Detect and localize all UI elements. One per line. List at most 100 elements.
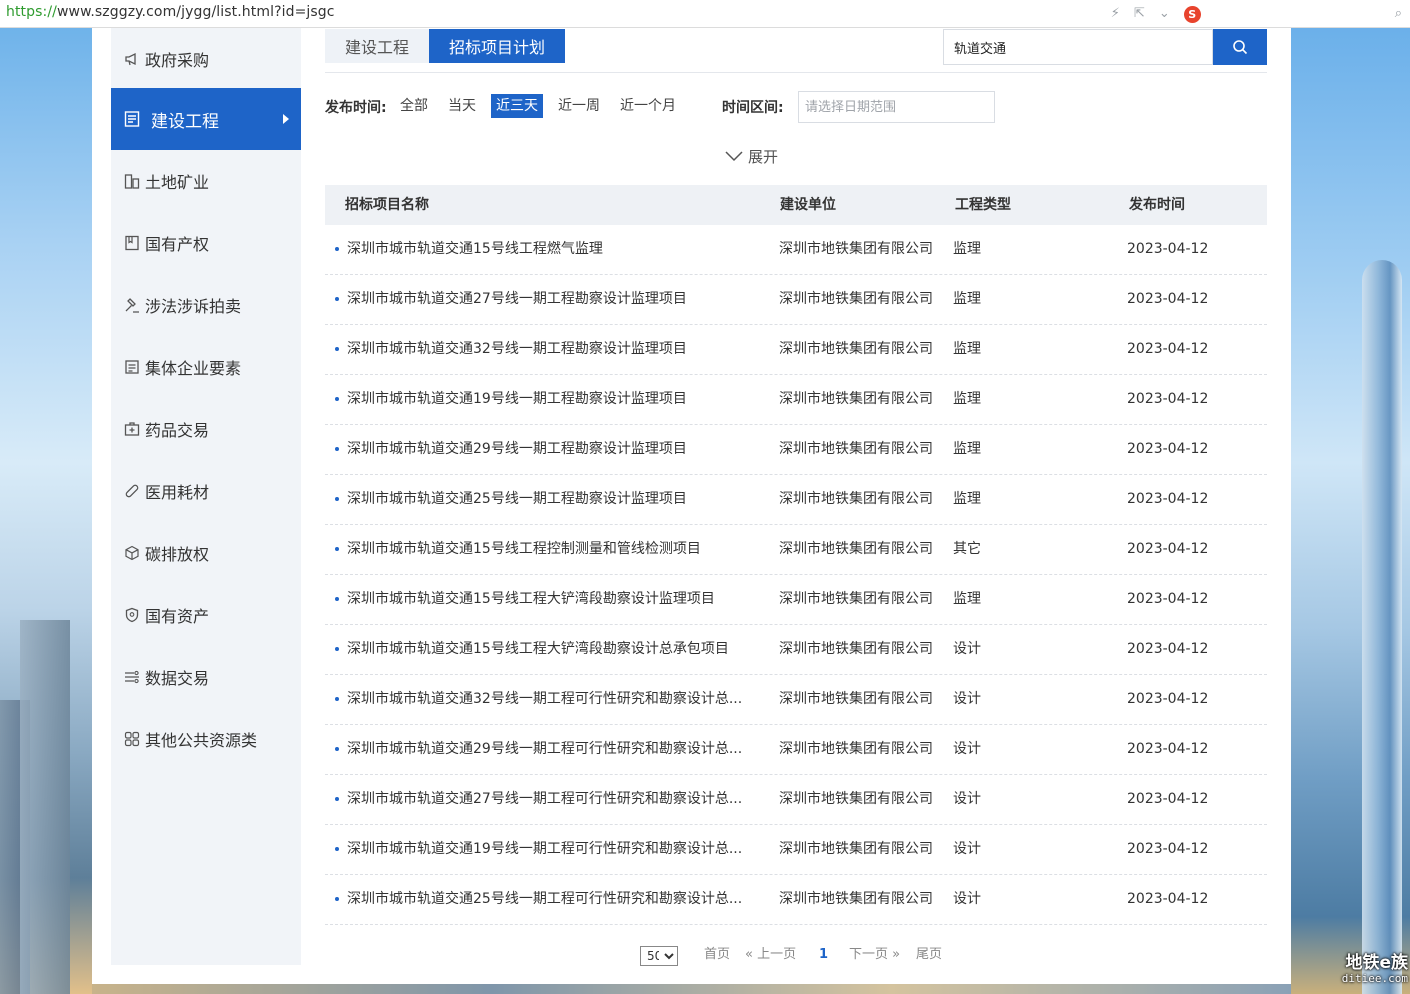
sidebar-item-label: 国有产权 xyxy=(145,235,210,254)
bullet-icon xyxy=(335,397,339,401)
url-text[interactable]: https://www.szggzy.com/jygg/list.html?id… xyxy=(6,4,335,20)
sidebar-item-other-resources[interactable]: 其他公共资源类 xyxy=(111,708,301,770)
publish-date-cell: 2023-04-12 xyxy=(1127,541,1209,557)
bullet-icon xyxy=(335,347,339,351)
project-name-link[interactable]: 深圳市城市轨道交通25号线一期工程可行性研究和勘察设计总... xyxy=(347,875,762,924)
tab-construction[interactable]: 建设工程 xyxy=(325,29,430,63)
lightning-icon[interactable]: ⚡ xyxy=(1111,4,1120,24)
bullet-icon xyxy=(335,547,339,551)
chevron-down-icon[interactable]: ⌄ xyxy=(1159,4,1170,24)
address-bar-actions: ⚡ ⇱ ⌄ S ⌕ xyxy=(1111,4,1402,24)
browser-address-bar[interactable]: https://www.szggzy.com/jygg/list.html?id… xyxy=(0,0,1410,28)
project-type-cell: 设计 xyxy=(953,641,981,657)
table-row[interactable]: 深圳市城市轨道交通19号线一期工程可行性研究和勘察设计总... 深圳市地铁集团有限… xyxy=(325,825,1267,875)
project-name-link[interactable]: 深圳市城市轨道交通29号线一期工程勘察设计监理项目 xyxy=(347,425,762,474)
filter-one-week[interactable]: 近一周 xyxy=(553,94,605,118)
project-name-link[interactable]: 深圳市城市轨道交通15号线工程大铲湾段勘察设计总承包项目 xyxy=(347,625,762,674)
sidebar-item-construction[interactable]: 建设工程 xyxy=(111,88,301,150)
date-range-input[interactable] xyxy=(798,91,995,123)
last-page-link[interactable]: 尾页 xyxy=(916,944,942,966)
table-row[interactable]: 深圳市城市轨道交通15号线工程大铲湾段勘察设计监理项目 深圳市地铁集团有限公司 监理… xyxy=(325,575,1267,625)
table-row[interactable]: 深圳市城市轨道交通29号线一期工程勘察设计监理项目 深圳市地铁集团有限公司 监理 20… xyxy=(325,425,1267,475)
sidebar-item-label: 药品交易 xyxy=(145,421,210,440)
form-icon xyxy=(123,358,141,376)
expand-button[interactable]: 展开 xyxy=(724,145,778,167)
prev-page-link[interactable]: « 上一页 xyxy=(745,944,796,966)
project-name-link[interactable]: 深圳市城市轨道交通25号线一期工程勘察设计监理项目 xyxy=(347,475,762,524)
filter-one-month[interactable]: 近一个月 xyxy=(615,94,681,118)
project-name-link[interactable]: 深圳市城市轨道交通27号线一期工程可行性研究和勘察设计总... xyxy=(347,775,762,824)
current-page[interactable]: 1 xyxy=(819,944,828,966)
publish-date-cell: 2023-04-12 xyxy=(1127,891,1209,907)
search-button[interactable] xyxy=(1213,29,1267,65)
publish-date-cell: 2023-04-12 xyxy=(1127,791,1209,807)
sidebar-item-government-procurement[interactable]: 政府采购 xyxy=(111,28,301,90)
bullet-icon xyxy=(335,497,339,501)
project-type-cell: 监理 xyxy=(953,341,981,357)
search-icon[interactable]: ⌕ xyxy=(1395,4,1402,24)
sidebar-item-label: 土地矿业 xyxy=(145,173,210,192)
sidebar-item-medicine-trading[interactable]: 药品交易 xyxy=(111,398,301,460)
project-name-link[interactable]: 深圳市城市轨道交通15号线工程燃气监理 xyxy=(347,225,762,274)
publish-date-cell: 2023-04-12 xyxy=(1127,491,1209,507)
project-name-link[interactable]: 深圳市城市轨道交通32号线一期工程可行性研究和勘察设计总... xyxy=(347,675,762,724)
table-row[interactable]: 深圳市城市轨道交通32号线一期工程勘察设计监理项目 深圳市地铁集团有限公司 监理 20… xyxy=(325,325,1267,375)
project-name-link[interactable]: 深圳市城市轨道交通32号线一期工程勘察设计监理项目 xyxy=(347,325,762,374)
project-name-link[interactable]: 深圳市城市轨道交通15号线工程控制测量和管线检测项目 xyxy=(347,525,762,574)
gavel-icon xyxy=(123,296,141,314)
bullet-icon xyxy=(335,647,339,651)
sidebar-item-data-trading[interactable]: 数据交易 xyxy=(111,646,301,708)
building-decoration xyxy=(20,620,70,994)
table-row[interactable]: 深圳市城市轨道交通25号线一期工程可行性研究和勘察设计总... 深圳市地铁集团有限… xyxy=(325,875,1267,925)
sidebar-item-collective-enterprise[interactable]: 集体企业要素 xyxy=(111,336,301,398)
shield-icon xyxy=(123,606,141,624)
url-path: www.szggzy.com/jygg/list.html?id=jsgc xyxy=(56,4,335,20)
project-name-link[interactable]: 深圳市城市轨道交通15号线工程大铲湾段勘察设计监理项目 xyxy=(347,575,762,624)
table-row[interactable]: 深圳市城市轨道交通15号线工程控制测量和管线检测项目 深圳市地铁集团有限公司 其它 2… xyxy=(325,525,1267,575)
expand-label: 展开 xyxy=(748,147,779,166)
sidebar-item-medical-consumables[interactable]: 医用耗材 xyxy=(111,460,301,522)
table-header: 招标项目名称 建设单位 工程类型 发布时间 xyxy=(325,185,1267,225)
table-row[interactable]: 深圳市城市轨道交通29号线一期工程可行性研究和勘察设计总... 深圳市地铁集团有限… xyxy=(325,725,1267,775)
filter-all[interactable]: 全部 xyxy=(395,94,433,118)
table-row[interactable]: 深圳市城市轨道交通15号线工程燃气监理 深圳市地铁集团有限公司 监理 2023-04-… xyxy=(325,225,1267,275)
project-type-cell: 设计 xyxy=(953,791,981,807)
watermark-site: ditiee.com xyxy=(1341,971,1408,985)
tab-divider xyxy=(325,72,1267,73)
publish-date-cell: 2023-04-12 xyxy=(1127,691,1209,707)
project-name-link[interactable]: 深圳市城市轨道交通27号线一期工程勘察设计监理项目 xyxy=(347,275,762,324)
background-strip xyxy=(92,984,1291,994)
sidebar-item-label: 建设工程 xyxy=(151,111,219,132)
filter-today[interactable]: 当天 xyxy=(443,94,481,118)
sidebar-item-carbon-emission[interactable]: 碳排放权 xyxy=(111,522,301,584)
project-name-link[interactable]: 深圳市城市轨道交通19号线一期工程可行性研究和勘察设计总... xyxy=(347,825,762,874)
sidebar-item-state-assets[interactable]: 国有资产 xyxy=(111,584,301,646)
filter-three-days[interactable]: 近三天 xyxy=(491,94,543,118)
project-type-cell: 监理 xyxy=(953,241,981,257)
sidebar-item-label: 碳排放权 xyxy=(145,545,210,564)
project-name-link[interactable]: 深圳市城市轨道交通29号线一期工程可行性研究和勘察设计总... xyxy=(347,725,762,774)
table-row[interactable]: 深圳市城市轨道交通27号线一期工程可行性研究和勘察设计总... 深圳市地铁集团有限… xyxy=(325,775,1267,825)
tab-bar: 建设工程 招标项目计划 xyxy=(325,29,566,63)
sidebar-item-land-mining[interactable]: 土地矿业 xyxy=(111,150,301,212)
share-icon[interactable]: ⇱ xyxy=(1134,4,1145,24)
table-row[interactable]: 深圳市城市轨道交通25号线一期工程勘察设计监理项目 深圳市地铁集团有限公司 监理 20… xyxy=(325,475,1267,525)
extension-s-icon[interactable]: S xyxy=(1183,5,1201,23)
project-name-link[interactable]: 深圳市城市轨道交通19号线一期工程勘察设计监理项目 xyxy=(347,375,762,424)
search-input[interactable] xyxy=(943,29,1213,65)
first-page-link[interactable]: 首页 xyxy=(704,944,730,966)
sidebar-item-state-property[interactable]: 国有产权 xyxy=(111,212,301,274)
table-row[interactable]: 深圳市城市轨道交通15号线工程大铲湾段勘察设计总承包项目 深圳市地铁集团有限公司 设… xyxy=(325,625,1267,675)
sidebar-item-judicial-auction[interactable]: 涉法涉诉拍卖 xyxy=(111,274,301,336)
project-type-cell: 监理 xyxy=(953,591,981,607)
table-row[interactable]: 深圳市城市轨道交通32号线一期工程可行性研究和勘察设计总... 深圳市地铁集团有限… xyxy=(325,675,1267,725)
next-page-link[interactable]: 下一页 » xyxy=(849,944,900,966)
announcement-icon xyxy=(123,50,141,68)
project-type-cell: 监理 xyxy=(953,441,981,457)
table-row[interactable]: 深圳市城市轨道交通19号线一期工程勘察设计监理项目 深圳市地铁集团有限公司 监理 20… xyxy=(325,375,1267,425)
table-row[interactable]: 深圳市城市轨道交通27号线一期工程勘察设计监理项目 深圳市地铁集团有限公司 监理 20… xyxy=(325,275,1267,325)
tab-bidding-plan[interactable]: 招标项目计划 xyxy=(429,29,566,63)
watermark-title: 地铁e族 xyxy=(1345,953,1408,973)
page-size-select[interactable]: 50 xyxy=(640,946,678,966)
project-type-cell: 监理 xyxy=(953,291,981,307)
